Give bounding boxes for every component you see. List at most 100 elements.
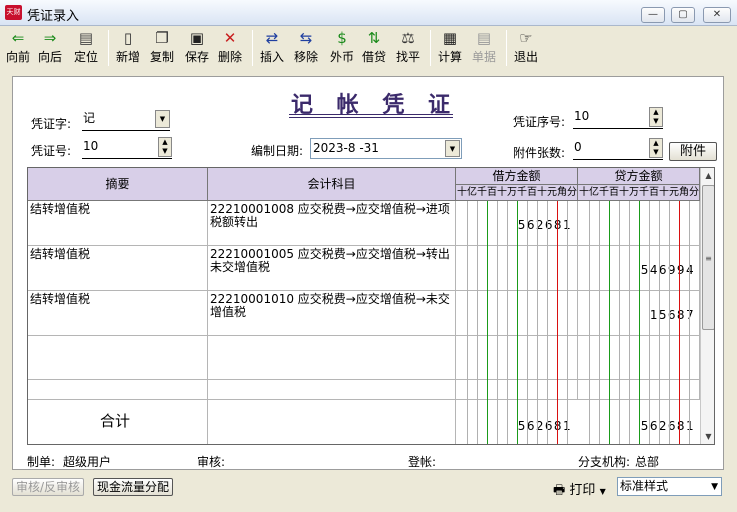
digit-divider [679, 201, 680, 444]
account-cell[interactable]: 22210001010 应交税费→应交增值税→未交增值税 [208, 291, 456, 336]
style-select[interactable]: 标准样式 ▼ [617, 477, 722, 496]
digit-header: 十 [537, 187, 547, 198]
attach-count-field[interactable]: 0 ▲ ▼ [573, 138, 663, 160]
scroll-thumb[interactable]: ≡ [702, 185, 714, 330]
maker-label: 制单: [27, 455, 56, 469]
foreign-label: 外币 [330, 50, 355, 64]
remove-label: 移除 [294, 50, 319, 64]
digit-header: 千 [517, 187, 527, 198]
vertical-scrollbar[interactable]: ▲ ≡ ▼ [700, 168, 714, 444]
add-label: 新增 [116, 50, 141, 64]
add-icon: ▯ [123, 29, 133, 47]
summary-cell[interactable]: 结转增值税 [28, 201, 208, 246]
account-cell[interactable] [208, 336, 456, 380]
digit-header: 十 [619, 187, 629, 198]
document-label: 单据 [472, 50, 497, 64]
voucher-word-select[interactable]: 记 ▼ [82, 109, 170, 131]
account-cell[interactable] [208, 380, 456, 400]
chevron-down-icon[interactable]: ▼ [711, 479, 718, 496]
digit-header: 十 [457, 187, 467, 198]
document-button[interactable]: ▤ 单据 [472, 29, 496, 65]
voucher-no-field[interactable]: 10 ▲ ▼ [82, 137, 172, 159]
account-cell[interactable]: 22210001005 应交税费→应交增值税→转出未交增值税 [208, 246, 456, 291]
seq-spinner-icon[interactable]: ▲ ▼ [649, 107, 663, 127]
scroll-down-icon[interactable]: ▼ [701, 429, 714, 444]
digit-header: 百 [609, 187, 619, 198]
balance-button[interactable]: ⚖ 找平 [396, 29, 420, 65]
title-underline-2 [289, 117, 453, 118]
digit-divider [649, 201, 650, 444]
digit-divider [599, 201, 600, 444]
digit-divider [659, 201, 660, 444]
digit-divider [497, 201, 498, 444]
print-menu[interactable]: 🖶 打印 ▼ [553, 479, 606, 503]
scroll-up-icon[interactable]: ▲ [701, 168, 714, 184]
digit-divider [547, 201, 548, 444]
branch-value: 总部 [635, 455, 660, 469]
digit-divider [557, 201, 558, 444]
summary-cell[interactable] [28, 336, 208, 380]
copy-icon: ❐ [155, 29, 169, 47]
col-header-debit: 借方金额 [456, 168, 578, 185]
digit-header: 元 [547, 187, 557, 198]
document-icon: ▤ [476, 29, 492, 47]
voucher-seq-field[interactable]: 10 ▲ ▼ [573, 107, 663, 129]
summary-cell[interactable] [28, 380, 208, 400]
delete-button[interactable]: ✕ 删除 [218, 29, 242, 65]
cashflow-button[interactable]: 现金流量分配 [93, 478, 174, 496]
debit-credit-button[interactable]: ⇅ 借贷 [362, 29, 386, 65]
remove-button[interactable]: ⇆ 移除 [294, 29, 318, 65]
add-button[interactable]: ▯ 新增 [116, 29, 140, 65]
digit-header: 万 [507, 187, 517, 198]
title-bar: 天财 凭证录入 — ▢ ✕ [0, 0, 737, 26]
print-label: 打印 [569, 483, 596, 498]
voucher-word-value: 记 [83, 111, 96, 125]
calc-icon: ▦ [442, 29, 458, 47]
printer-icon: 🖶 [553, 483, 566, 498]
calc-button[interactable]: ▦ 计算 [438, 29, 462, 65]
digit-header: 分 [567, 187, 577, 198]
delete-icon: ✕ [223, 29, 237, 47]
digit-divider [609, 201, 610, 444]
attach-count-label: 附件张数: [513, 146, 566, 160]
account-cell[interactable]: 22210001008 应交税费→应交增值税→进项税额转出 [208, 201, 456, 246]
app-logo-icon: 天财 [5, 5, 22, 20]
audit-toggle-button[interactable]: 审核/反审核 [12, 478, 85, 496]
summary-cell[interactable]: 结转增值税 [28, 291, 208, 336]
save-button[interactable]: ▣ 保存 [185, 29, 209, 65]
digit-header: 千 [477, 187, 487, 198]
balance-label: 找平 [396, 50, 421, 64]
date-picker[interactable]: 2023-8 -31 ▼ [310, 138, 462, 159]
digit-header: 百 [487, 187, 497, 198]
maximize-button[interactable]: ▢ [671, 7, 695, 23]
toolbar-separator [506, 30, 507, 66]
copy-button[interactable]: ❐ 复制 [150, 29, 174, 65]
exit-button[interactable]: ☞ 退出 [514, 29, 538, 65]
insert-button[interactable]: ⇄ 插入 [260, 29, 284, 65]
bottom-bar: 审核/反审核 现金流量分配 🖶 打印 ▼ 标准样式 ▼ [0, 474, 737, 512]
prev-button[interactable]: ⇐ 向前 [6, 29, 30, 65]
digit-header: 角 [557, 187, 567, 198]
minimize-button[interactable]: — [641, 7, 665, 23]
chevron-down-icon[interactable]: ▼ [155, 110, 170, 128]
digit-header: 亿 [467, 187, 477, 198]
digit-header: 十 [579, 187, 589, 198]
digit-header: 千 [599, 187, 609, 198]
locate-icon: ▤ [78, 29, 94, 47]
no-spinner-icon[interactable]: ▲ ▼ [158, 137, 172, 157]
maker-value: 超级用户 [63, 455, 112, 469]
locate-button[interactable]: ▤ 定位 [74, 29, 98, 65]
exit-icon: ☞ [519, 29, 533, 47]
next-button[interactable]: ⇒ 向后 [38, 29, 62, 65]
foreign-button[interactable]: $ 外币 [330, 29, 354, 65]
audit-label: 审核: [197, 455, 226, 469]
calendar-dropdown-icon[interactable]: ▼ [445, 140, 460, 157]
summary-cell[interactable]: 结转增值税 [28, 246, 208, 291]
digit-divider [689, 201, 690, 444]
digit-header: 十 [497, 187, 507, 198]
attach-spinner-icon[interactable]: ▲ ▼ [649, 138, 663, 158]
attachment-button[interactable]: 附件 [669, 142, 717, 161]
credit-digit-header: 十亿千百十万千百十元角分 [578, 185, 700, 201]
toolbar: ⇐ 向前 ⇒ 向后 ▤ 定位 ▯ 新增 ❐ 复制 ▣ 保存 ✕ 删除 ⇄ 插入 ⇆ 移除 $ 外币 ⇅ 借贷 ⚖ 找平 ▦ 计算 ▤… [0, 27, 737, 69]
close-button[interactable]: ✕ [703, 7, 731, 23]
